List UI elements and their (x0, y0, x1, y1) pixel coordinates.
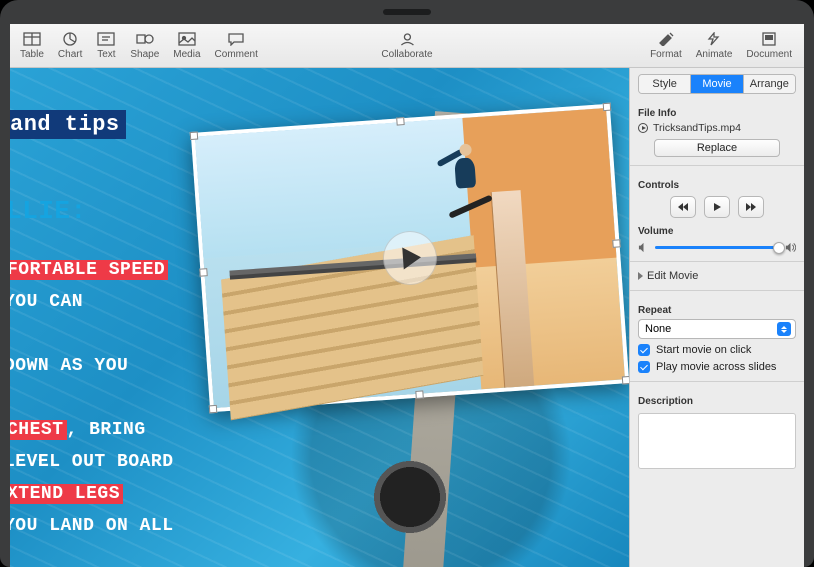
document-button[interactable]: Document (746, 31, 792, 60)
toolbar-label: Animate (696, 49, 733, 60)
rewind-button[interactable] (670, 196, 696, 218)
toolbar-label: Shape (130, 49, 159, 60)
tab-arrange[interactable]: Arrange (743, 75, 795, 93)
comment-button[interactable]: Comment (215, 31, 258, 60)
description-textarea[interactable] (638, 413, 796, 469)
format-inspector: Style Movie Arrange File Info TricksandT… (629, 68, 804, 567)
shape-button[interactable]: Shape (130, 31, 159, 60)
table-icon (22, 31, 42, 47)
media-icon (177, 31, 197, 47)
table-button[interactable]: Table (20, 31, 44, 60)
text-button[interactable]: Text (96, 31, 116, 60)
start-on-click-checkbox[interactable]: Start movie on click (638, 344, 796, 356)
volume-label: Volume (638, 226, 796, 237)
resize-handle[interactable] (209, 405, 218, 414)
filename-text: TricksandTips.mp4 (653, 122, 741, 134)
resize-handle[interactable] (622, 376, 629, 385)
toolbar-left-group: Table Chart Text Shape Media Comment (20, 31, 258, 60)
play-across-slides-checkbox[interactable]: Play movie across slides (638, 361, 796, 373)
repeat-value: None (645, 323, 671, 335)
toolbar-label: Text (97, 49, 115, 60)
speaker-low-icon (638, 242, 649, 253)
divider (630, 381, 804, 382)
toolbar-label: Chart (58, 49, 82, 60)
camera-notch (383, 9, 431, 15)
toolbar-right-group: Format Animate Document (650, 31, 792, 60)
repeat-label: Repeat (638, 305, 796, 316)
edit-movie-disclosure[interactable]: Edit Movie (638, 270, 796, 282)
collaborate-icon (397, 31, 417, 47)
toolbar-label: Document (746, 49, 792, 60)
file-info-label: File Info (638, 108, 796, 119)
collaborate-button[interactable]: Collaborate (381, 31, 432, 60)
slide-heading: OLLIE: (10, 196, 87, 226)
resize-handle[interactable] (415, 390, 424, 399)
slider-knob[interactable] (773, 242, 785, 254)
format-button[interactable]: Format (650, 31, 682, 60)
inspector-tabs: Style Movie Arrange (638, 74, 796, 94)
dropdown-caret-icon (777, 322, 791, 336)
format-icon (656, 31, 676, 47)
resize-handle[interactable] (190, 132, 199, 141)
media-button[interactable]: Media (173, 31, 200, 60)
checkbox-checked-icon (638, 361, 650, 373)
skater-graphic (436, 132, 506, 220)
resize-handle[interactable] (612, 239, 621, 248)
laptop-bezel (0, 0, 814, 24)
toolbar-label: Media (173, 49, 200, 60)
volume-slider[interactable] (655, 246, 779, 249)
replace-button[interactable]: Replace (654, 139, 780, 157)
volume-row (638, 242, 796, 253)
movie-object[interactable] (191, 104, 629, 413)
play-button[interactable] (704, 196, 730, 218)
divider (630, 261, 804, 262)
file-info-row: TricksandTips.mp4 (638, 122, 796, 134)
slide-body-text: FORTABLE SPEED YOU CAN DOWN AS YOU CHEST… (10, 254, 174, 542)
checkbox-checked-icon (638, 344, 650, 356)
tab-movie[interactable]: Movie (690, 75, 742, 93)
toolbar-label: Collaborate (381, 49, 432, 60)
toolbar-label: Comment (215, 49, 258, 60)
slide-title-box: and tips (10, 110, 126, 139)
laptop-bezel-right (804, 24, 814, 567)
divider (630, 290, 804, 291)
repeat-select[interactable]: None (638, 319, 796, 339)
resize-handle[interactable] (199, 268, 208, 277)
toolbar-label: Table (20, 49, 44, 60)
toolbar-label: Format (650, 49, 682, 60)
animate-icon (704, 31, 724, 47)
document-icon (759, 31, 779, 47)
tab-style[interactable]: Style (639, 75, 690, 93)
chart-icon (60, 31, 80, 47)
toolbar: Table Chart Text Shape Media Comment (10, 24, 804, 68)
shape-icon (135, 31, 155, 47)
movie-file-icon (638, 123, 648, 133)
playback-controls (638, 196, 796, 218)
divider (630, 165, 804, 166)
animate-button[interactable]: Animate (696, 31, 733, 60)
description-label: Description (638, 396, 796, 407)
resize-handle[interactable] (603, 103, 612, 112)
forward-button[interactable] (738, 196, 764, 218)
slide-canvas[interactable]: and tips OLLIE: FORTABLE SPEED YOU CAN D… (10, 68, 629, 567)
chevron-right-icon (638, 272, 643, 280)
chart-button[interactable]: Chart (58, 31, 82, 60)
text-icon (96, 31, 116, 47)
resize-handle[interactable] (396, 117, 405, 126)
content-area: and tips OLLIE: FORTABLE SPEED YOU CAN D… (10, 68, 804, 567)
controls-label: Controls (638, 180, 796, 191)
comment-icon (226, 31, 246, 47)
laptop-bezel-left (0, 24, 10, 567)
speaker-high-icon (785, 242, 796, 253)
